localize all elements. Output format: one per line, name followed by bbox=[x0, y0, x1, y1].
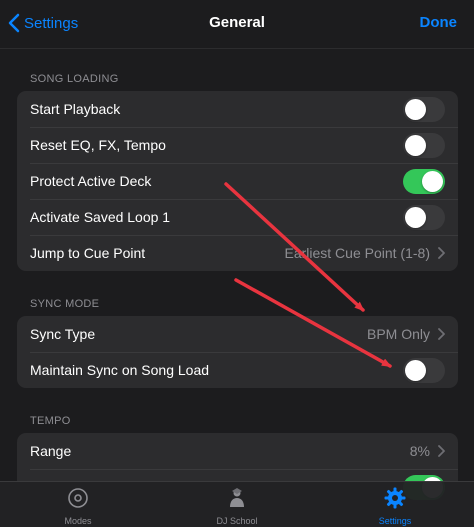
maintain-sync-toggle[interactable] bbox=[403, 357, 445, 383]
row-reset-eq-fx-tempo[interactable]: Reset EQ, FX, Tempo bbox=[17, 127, 458, 163]
tab-settings[interactable]: Settings bbox=[345, 487, 445, 526]
toggle-knob bbox=[405, 206, 426, 228]
disc-icon bbox=[67, 487, 89, 514]
start-playback-toggle[interactable] bbox=[403, 96, 445, 122]
activate-saved-loop-toggle[interactable] bbox=[403, 204, 445, 230]
row-label: Reset EQ, FX, Tempo bbox=[30, 137, 166, 153]
tab-label: Modes bbox=[64, 516, 92, 526]
toggle-knob bbox=[405, 98, 426, 120]
row-label: Sync Type bbox=[30, 326, 96, 342]
jump-to-cue-point-value: Earliest Cue Point (1-8) bbox=[284, 245, 430, 261]
tab-label: DJ School bbox=[216, 516, 258, 526]
chevron-right-icon bbox=[438, 328, 445, 340]
row-activate-saved-loop[interactable]: Activate Saved Loop 1 bbox=[17, 199, 458, 235]
row-sync-type[interactable]: Sync Type BPM Only bbox=[17, 316, 458, 352]
reset-eq-fx-tempo-toggle[interactable] bbox=[403, 132, 445, 158]
row-label: Jump to Cue Point bbox=[30, 245, 146, 261]
gear-icon bbox=[384, 487, 406, 514]
row-range[interactable]: Range 8% bbox=[17, 433, 458, 469]
done-button[interactable]: Done bbox=[420, 14, 458, 31]
dj-school-icon bbox=[226, 487, 248, 514]
navigation-bar: Settings General Done bbox=[0, 0, 474, 48]
row-label: Start Playback bbox=[30, 101, 121, 117]
row-label: Maintain Sync on Song Load bbox=[30, 362, 210, 378]
section-header-sync-mode: SYNC MODE bbox=[30, 298, 100, 310]
chevron-right-icon bbox=[438, 445, 445, 457]
range-value: 8% bbox=[409, 443, 430, 459]
row-protect-active-deck[interactable]: Protect Active Deck bbox=[17, 163, 458, 199]
tab-bar: Modes DJ School Settings bbox=[0, 481, 474, 527]
row-label: Range bbox=[30, 443, 72, 459]
page-title: General bbox=[209, 14, 265, 31]
chevron-right-icon bbox=[438, 247, 445, 259]
tab-label: Settings bbox=[378, 516, 412, 526]
protect-active-deck-toggle[interactable] bbox=[403, 168, 445, 194]
section-header-song-loading: SONG LOADING bbox=[30, 73, 119, 85]
toggle-knob bbox=[405, 359, 426, 381]
navbar-divider bbox=[0, 48, 474, 49]
row-label: Protect Active Deck bbox=[30, 173, 152, 189]
tab-dj-school[interactable]: DJ School bbox=[187, 487, 287, 526]
song-loading-group: Start Playback Reset EQ, FX, Tempo Prote… bbox=[17, 91, 458, 271]
section-header-tempo: TEMPO bbox=[30, 415, 71, 427]
tab-modes[interactable]: Modes bbox=[28, 487, 128, 526]
toggle-knob bbox=[422, 170, 443, 192]
toggle-knob bbox=[405, 134, 426, 156]
row-maintain-sync[interactable]: Maintain Sync on Song Load bbox=[17, 352, 458, 388]
row-jump-to-cue-point[interactable]: Jump to Cue Point Earliest Cue Point (1-… bbox=[17, 235, 458, 271]
sync-type-value: BPM Only bbox=[366, 326, 430, 342]
row-start-playback[interactable]: Start Playback bbox=[17, 91, 458, 127]
sync-mode-group: Sync Type BPM Only Maintain Sync on Song… bbox=[17, 316, 458, 388]
row-label: Activate Saved Loop 1 bbox=[30, 209, 171, 225]
